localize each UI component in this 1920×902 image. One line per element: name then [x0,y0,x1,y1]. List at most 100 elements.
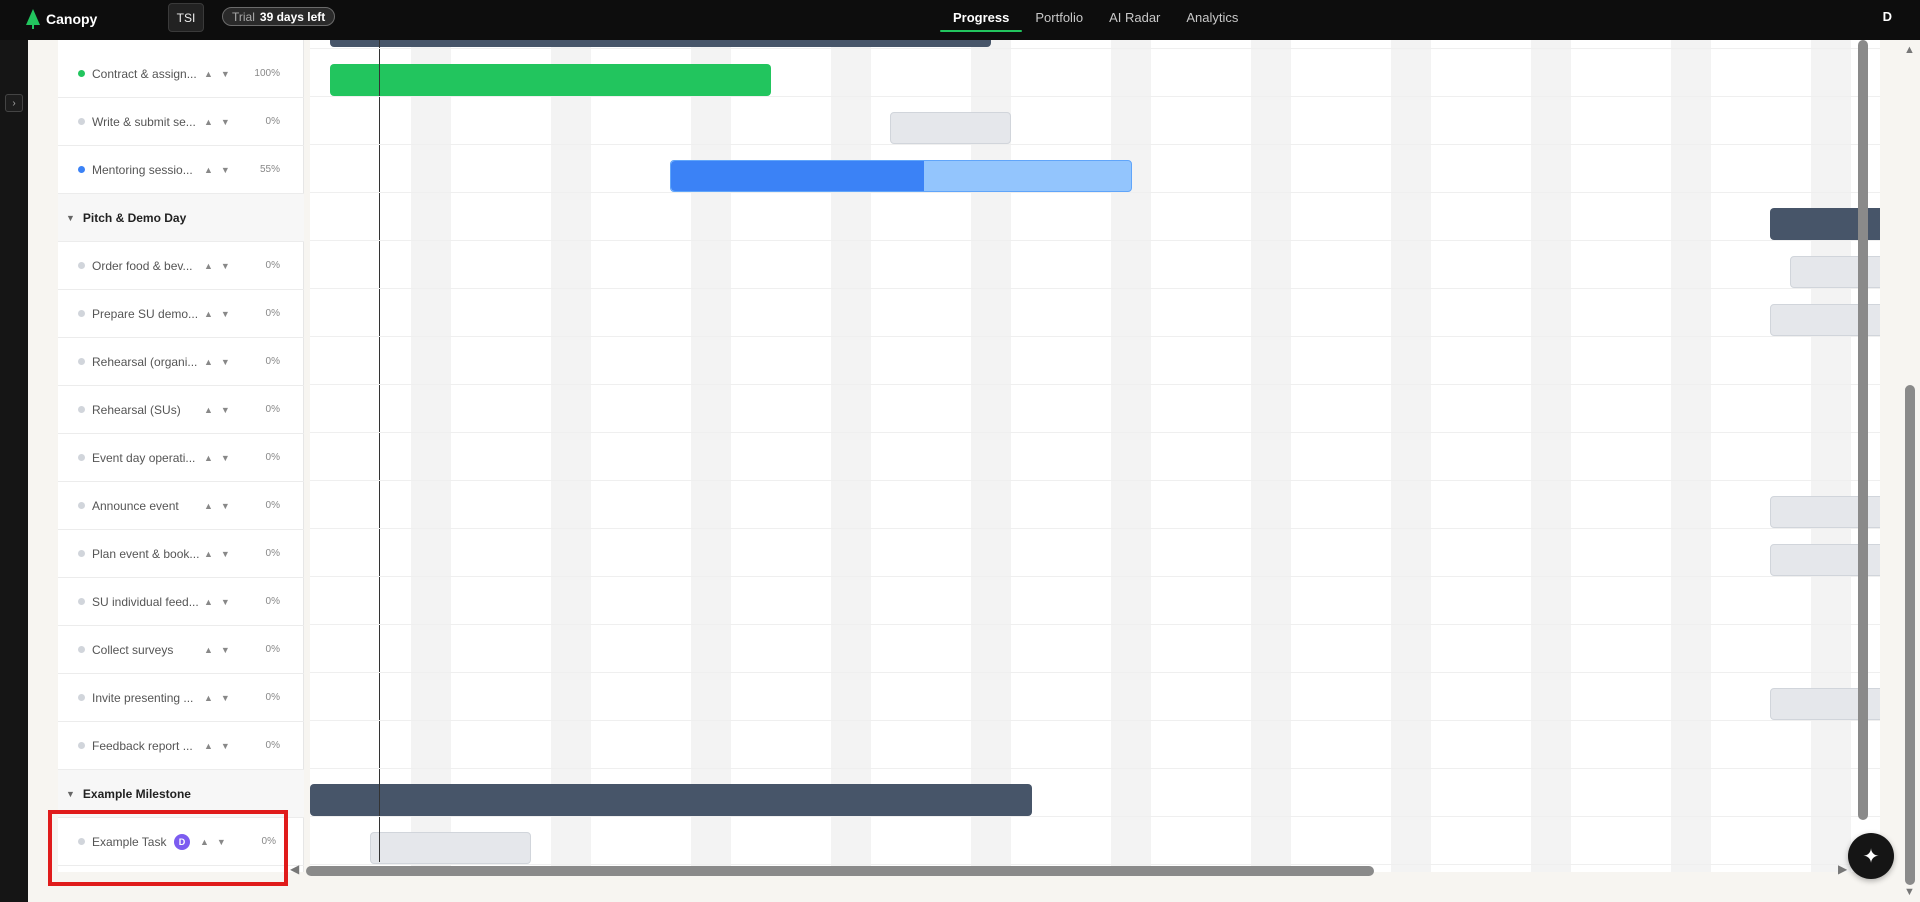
weekend-stripe [1671,40,1711,872]
tab-ai-radar[interactable]: AI Radar [1096,3,1173,31]
task-name[interactable]: Feedback report ... [92,739,200,753]
task-row[interactable]: Event day operati... ▲ ▼ 0% [58,434,304,482]
weekend-stripe [1251,40,1291,872]
task-name[interactable]: Write & submit se... [92,115,200,129]
scroll-up-icon[interactable]: ▲ [1904,44,1915,56]
tab-analytics[interactable]: Analytics [1173,3,1251,31]
task-row[interactable]: Collect surveys ▲ ▼ 0% [58,626,304,674]
move-down-icon[interactable]: ▼ [221,357,230,367]
task-name[interactable]: Collect surveys [92,643,200,657]
today-line [379,40,380,862]
move-down-icon[interactable]: ▼ [221,741,230,751]
task-name[interactable]: Event day operati... [92,451,200,465]
workspace-switcher[interactable]: TSI [168,3,204,32]
expand-sidebar-button[interactable]: › [5,94,23,112]
move-down-icon[interactable]: ▼ [221,501,230,511]
task-name[interactable]: Rehearsal (SUs) [92,403,200,417]
move-down-icon[interactable]: ▼ [221,261,230,271]
move-up-icon[interactable]: ▲ [204,261,213,271]
task-name[interactable]: Contract & assign... [92,67,200,81]
task-row[interactable]: Prepare SU demo... ▲ ▼ 0% [58,290,304,338]
timeline-vertical-scrollbar[interactable] [1858,40,1868,820]
weekend-stripe [1391,40,1431,872]
trial-label: Trial [232,9,255,24]
move-up-icon[interactable]: ▲ [204,549,213,559]
task-name[interactable]: Announce event [92,499,200,513]
move-down-icon[interactable]: ▼ [221,309,230,319]
task-row[interactable]: Announce event ▲ ▼ 0% [58,482,304,530]
task-bar-contract[interactable] [330,64,771,96]
row-gridline [310,96,1880,97]
task-progress: 0% [265,596,280,607]
reorder-arrows: ▲ ▼ [204,549,240,559]
move-down-icon[interactable]: ▼ [221,69,230,79]
user-avatar[interactable]: D [1883,9,1892,24]
collapse-caret-icon[interactable]: ▼ [66,213,75,223]
task-bar-write-submit[interactable] [890,112,1011,144]
move-down-icon[interactable]: ▼ [221,165,230,175]
move-up-icon[interactable]: ▲ [204,405,213,415]
task-row[interactable]: Feedback report ... ▲ ▼ 0% [58,722,304,770]
move-up-icon[interactable]: ▲ [204,165,213,175]
task-row[interactable]: Plan event & book... ▲ ▼ 0% [58,530,304,578]
row-gridline [310,240,1880,241]
task-name[interactable]: Plan event & book... [92,547,200,561]
milestone-row[interactable]: ▼ Pitch & Demo Day [58,194,304,242]
collapse-caret-icon[interactable]: ▼ [66,789,75,799]
move-down-icon[interactable]: ▼ [221,117,230,127]
tree-icon [26,9,40,29]
canopy-logo[interactable]: Canopy [26,6,97,32]
tab-portfolio[interactable]: Portfolio [1022,3,1096,31]
milestone-bar[interactable] [330,40,991,47]
row-gridline [310,528,1880,529]
task-name[interactable]: Prepare SU demo... [92,307,200,321]
horizontal-scrollbar[interactable] [306,866,1374,876]
scroll-down-icon[interactable]: ▼ [1904,886,1915,898]
reorder-arrows: ▲ ▼ [204,69,240,79]
move-up-icon[interactable]: ▲ [204,69,213,79]
task-row[interactable]: Contract & assign... ▲ ▼ 100% [58,50,304,98]
move-down-icon[interactable]: ▼ [221,597,230,607]
scroll-right-icon[interactable]: ▶ [1838,862,1847,876]
move-up-icon[interactable]: ▲ [204,453,213,463]
task-name[interactable]: Rehearsal (organi... [92,355,200,369]
task-name[interactable]: Invite presenting ... [92,691,200,705]
move-down-icon[interactable]: ▼ [221,405,230,415]
move-down-icon[interactable]: ▼ [221,549,230,559]
move-up-icon[interactable]: ▲ [204,645,213,655]
task-progress: 0% [265,404,280,415]
row-gridline [310,816,1880,817]
page-vertical-scrollbar[interactable] [1905,385,1915,885]
task-row[interactable]: SU individual feed... ▲ ▼ 0% [58,578,304,626]
ai-assistant-button[interactable]: ✦ [1848,833,1894,879]
task-name[interactable]: Order food & bev... [92,259,200,273]
move-up-icon[interactable]: ▲ [204,309,213,319]
task-bar-mentoring[interactable] [670,160,1132,192]
move-up-icon[interactable]: ▲ [204,597,213,607]
move-down-icon[interactable]: ▼ [221,693,230,703]
reorder-arrows: ▲ ▼ [204,261,240,271]
scroll-left-icon[interactable]: ◀ [290,862,299,876]
row-gridline [310,768,1880,769]
task-row[interactable]: Write & submit se... ▲ ▼ 0% [58,98,304,146]
task-row[interactable]: Order food & bev... ▲ ▼ 0% [58,242,304,290]
milestone-bar-example[interactable] [310,784,1032,816]
move-down-icon[interactable]: ▼ [221,645,230,655]
trial-badge[interactable]: Trial 39 days left [222,7,336,26]
move-up-icon[interactable]: ▲ [204,117,213,127]
task-row[interactable]: Invite presenting ... ▲ ▼ 0% [58,674,304,722]
task-bar-example[interactable] [370,832,531,864]
app-name: Canopy [46,11,98,27]
task-name[interactable]: Mentoring sessio... [92,163,200,177]
move-up-icon[interactable]: ▲ [204,357,213,367]
move-down-icon[interactable]: ▼ [221,453,230,463]
task-row[interactable]: Rehearsal (organi... ▲ ▼ 0% [58,338,304,386]
task-name[interactable]: SU individual feed... [92,595,200,609]
tab-progress[interactable]: Progress [940,3,1023,32]
row-gridline [310,720,1880,721]
move-up-icon[interactable]: ▲ [204,741,213,751]
move-up-icon[interactable]: ▲ [204,693,213,703]
move-up-icon[interactable]: ▲ [204,501,213,511]
task-row[interactable]: Rehearsal (SUs) ▲ ▼ 0% [58,386,304,434]
task-row[interactable]: Mentoring sessio... ▲ ▼ 55% [58,146,304,194]
